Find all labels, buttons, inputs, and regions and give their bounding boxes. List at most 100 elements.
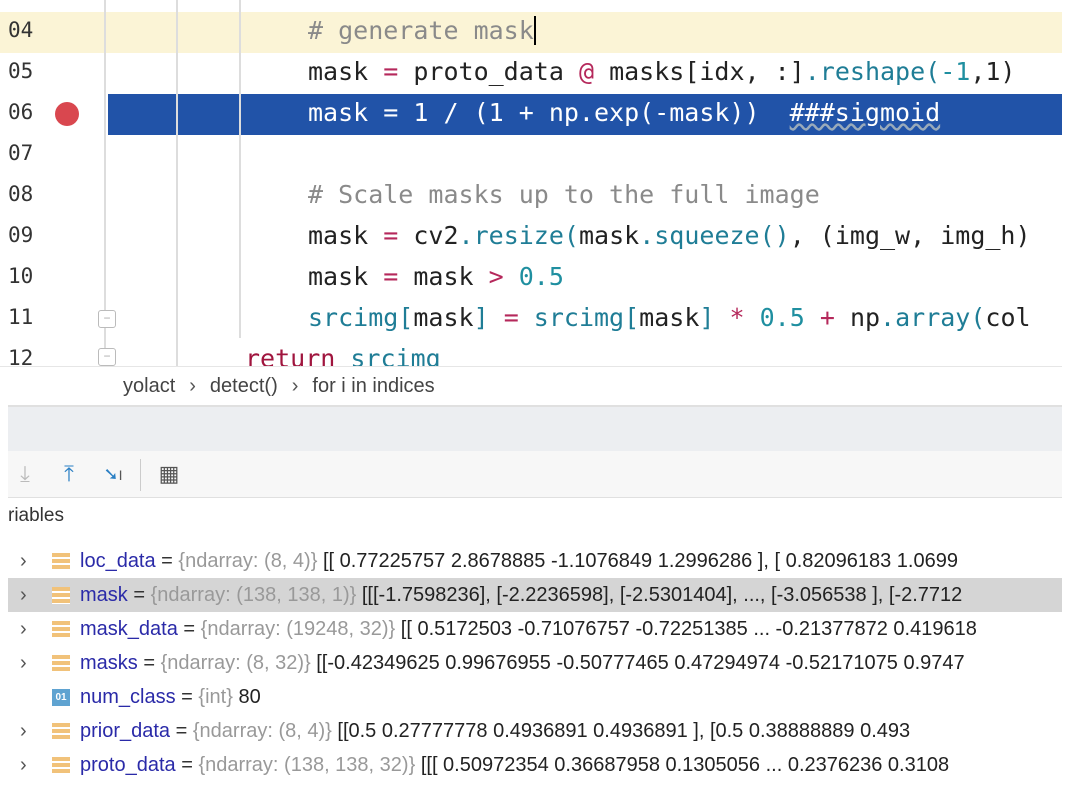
line-number[interactable]: 11	[8, 305, 33, 329]
chevron-right-icon[interactable]: ›	[20, 748, 27, 782]
code-text: mask = cv2.resize(mask.squeeze(), (img_w…	[308, 221, 1031, 250]
code-token: =	[383, 221, 399, 250]
fold-icon[interactable]: −	[98, 310, 116, 328]
variable-row[interactable]: › mask_data = {ndarray: (19248, 32)} [[ 0…	[8, 612, 1062, 646]
variable-text: loc_data = {ndarray: (8, 4)} [[ 0.772257…	[80, 544, 958, 578]
breadcrumb-item[interactable]: detect()	[210, 375, 278, 397]
line-number[interactable]: 12	[8, 346, 33, 366]
code-token: col	[985, 303, 1031, 332]
code-line[interactable]: 11 srcimg[mask] = srcimg[mask] * 0.5 + np…	[0, 299, 1062, 340]
code-text: # Scale masks up to the full image	[308, 180, 820, 209]
line-number[interactable]: 04	[8, 18, 33, 42]
debug-toolbar: ⤓ ⤒ ➘I ▦	[8, 451, 1062, 498]
code-token: -1	[940, 57, 971, 86]
variable-name: num_class	[80, 686, 176, 708]
line-number[interactable]: 07	[8, 141, 33, 165]
line-number[interactable]: 06	[8, 100, 33, 124]
code-token: # Scale masks up to the full image	[308, 180, 820, 209]
variable-row[interactable]: 01 num_class = {int} 80	[8, 680, 1062, 714]
code-token: srcimg[	[518, 303, 640, 332]
breadcrumb-item[interactable]: yolact	[123, 375, 175, 397]
indent-guide	[176, 0, 178, 366]
code-text: mask = proto_data @ masks[idx, :].reshap…	[308, 57, 1015, 86]
variable-name: proto_data	[80, 754, 176, 776]
code-line[interactable]: 09 mask = cv2.resize(mask.squeeze(), (img…	[0, 217, 1062, 258]
code-token: mask	[308, 262, 384, 291]
code-line[interactable]: 04 # generate mask	[0, 12, 1062, 53]
code-token: return	[245, 344, 336, 366]
variable-name: mask	[80, 584, 128, 606]
code-token: srcimg[	[308, 303, 414, 332]
code-line[interactable]: 10 mask = mask > 0.5	[0, 258, 1062, 299]
variables-list: › loc_data = {ndarray: (8, 4)} [[ 0.77225…	[8, 544, 1062, 782]
code-line[interactable]: 07	[0, 135, 1062, 176]
equals: =	[175, 686, 199, 708]
code-editor[interactable]: 04 # generate mask 05 mask = proto_data @ m…	[0, 0, 1062, 366]
step-into-cursor-icon[interactable]: ➘I	[100, 461, 126, 487]
code-token: +	[819, 303, 835, 332]
code-token: mask	[413, 303, 474, 332]
chevron-right-icon[interactable]: ›	[20, 646, 27, 680]
code-token: 0.5	[744, 303, 820, 332]
variable-type: {ndarray: (8, 4)}	[192, 720, 332, 742]
chevron-right-icon[interactable]: ›	[20, 578, 27, 612]
variable-row[interactable]: › prior_data = {ndarray: (8, 4)} [[0.5 0.…	[8, 714, 1062, 748]
variable-text: mask = {ndarray: (138, 138, 1)} [[[-1.75…	[80, 578, 962, 612]
code-token: @	[578, 57, 595, 86]
code-token: ###sigmoid	[789, 98, 941, 127]
code-line[interactable]: 08 # Scale masks up to the full image	[0, 176, 1062, 217]
code-token: mask	[398, 262, 489, 291]
equals: =	[137, 652, 161, 674]
code-token: masks[idx, :]	[594, 57, 805, 86]
variable-row[interactable]: › masks = {ndarray: (8, 32)} [[-0.4234962…	[8, 646, 1062, 680]
code-token: =	[383, 57, 399, 86]
variables-header: riables	[8, 505, 64, 526]
code-line[interactable]: 06 mask = 1 / (1 + np.exp(-mask)) ###sigm…	[0, 94, 1062, 135]
breadcrumb-item[interactable]: for i in indices	[312, 375, 434, 397]
line-number[interactable]: 08	[8, 182, 33, 206]
chevron-right-icon[interactable]: ›	[20, 612, 27, 646]
line-number[interactable]: 09	[8, 223, 33, 247]
variable-type: {ndarray: (8, 32)}	[160, 652, 311, 674]
code-token: ]	[473, 303, 504, 332]
code-line[interactable]: 12 return srcimg	[0, 340, 1062, 366]
equals: =	[175, 754, 199, 776]
variable-name: prior_data	[80, 720, 171, 742]
equals: =	[177, 618, 201, 640]
code-text: mask = 1 / (1 + np.exp(-mask)) ###sigmoi…	[308, 98, 940, 127]
code-token: srcimg	[335, 344, 441, 366]
code-line[interactable]: 05 mask = proto_data @ masks[idx, :].resh…	[0, 53, 1062, 94]
chevron-right-icon[interactable]: ›	[20, 714, 27, 748]
upload-icon[interactable]: ⤒	[56, 461, 82, 487]
breakpoint-icon[interactable]	[55, 102, 79, 126]
variable-name: loc_data	[80, 550, 156, 572]
variable-row[interactable]: › loc_data = {ndarray: (8, 4)} [[ 0.77225…	[8, 544, 1062, 578]
variable-value: 80	[238, 686, 261, 708]
variable-row[interactable]: › proto_data = {ndarray: (138, 138, 32)} …	[8, 748, 1062, 782]
variable-value: [[-0.42349625 0.99676955 -0.50777465 0.4…	[316, 652, 965, 674]
code-token: mask = 1 / (1 + np.exp(-mask))	[308, 98, 790, 127]
fold-icon[interactable]: −	[98, 348, 116, 366]
code-token: 0.5	[503, 262, 564, 291]
array-icon	[52, 723, 70, 740]
chevron-right-icon[interactable]: ›	[20, 544, 27, 578]
variable-text: proto_data = {ndarray: (138, 138, 32)} […	[80, 748, 949, 782]
array-icon	[52, 757, 70, 774]
line-number[interactable]: 10	[8, 264, 33, 288]
chevron-right-icon: ›	[291, 375, 299, 397]
variable-value: [[0.5 0.27777778 0.4936891 0.4936891 ], …	[337, 720, 911, 742]
code-text: srcimg[mask] = srcimg[mask] * 0.5 + np.a…	[308, 303, 1031, 332]
int-icon: 01	[52, 689, 70, 706]
indent-guide	[239, 0, 241, 338]
toolbar-divider	[140, 459, 141, 491]
variable-row[interactable]: › mask = {ndarray: (138, 138, 1)} [[[-1.7…	[8, 578, 1062, 612]
download-icon[interactable]: ⤓	[12, 461, 38, 487]
code-token: >	[488, 262, 504, 291]
code-token: mask	[578, 221, 640, 250]
code-token: mask	[308, 221, 384, 250]
variable-text: prior_data = {ndarray: (8, 4)} [[0.5 0.2…	[80, 714, 910, 748]
variable-value: [[[-1.7598236], [-2.2236598], [-2.530140…	[361, 584, 963, 606]
variable-type: {int}	[198, 686, 233, 708]
table-icon[interactable]: ▦	[156, 461, 182, 487]
line-number[interactable]: 05	[8, 59, 33, 83]
